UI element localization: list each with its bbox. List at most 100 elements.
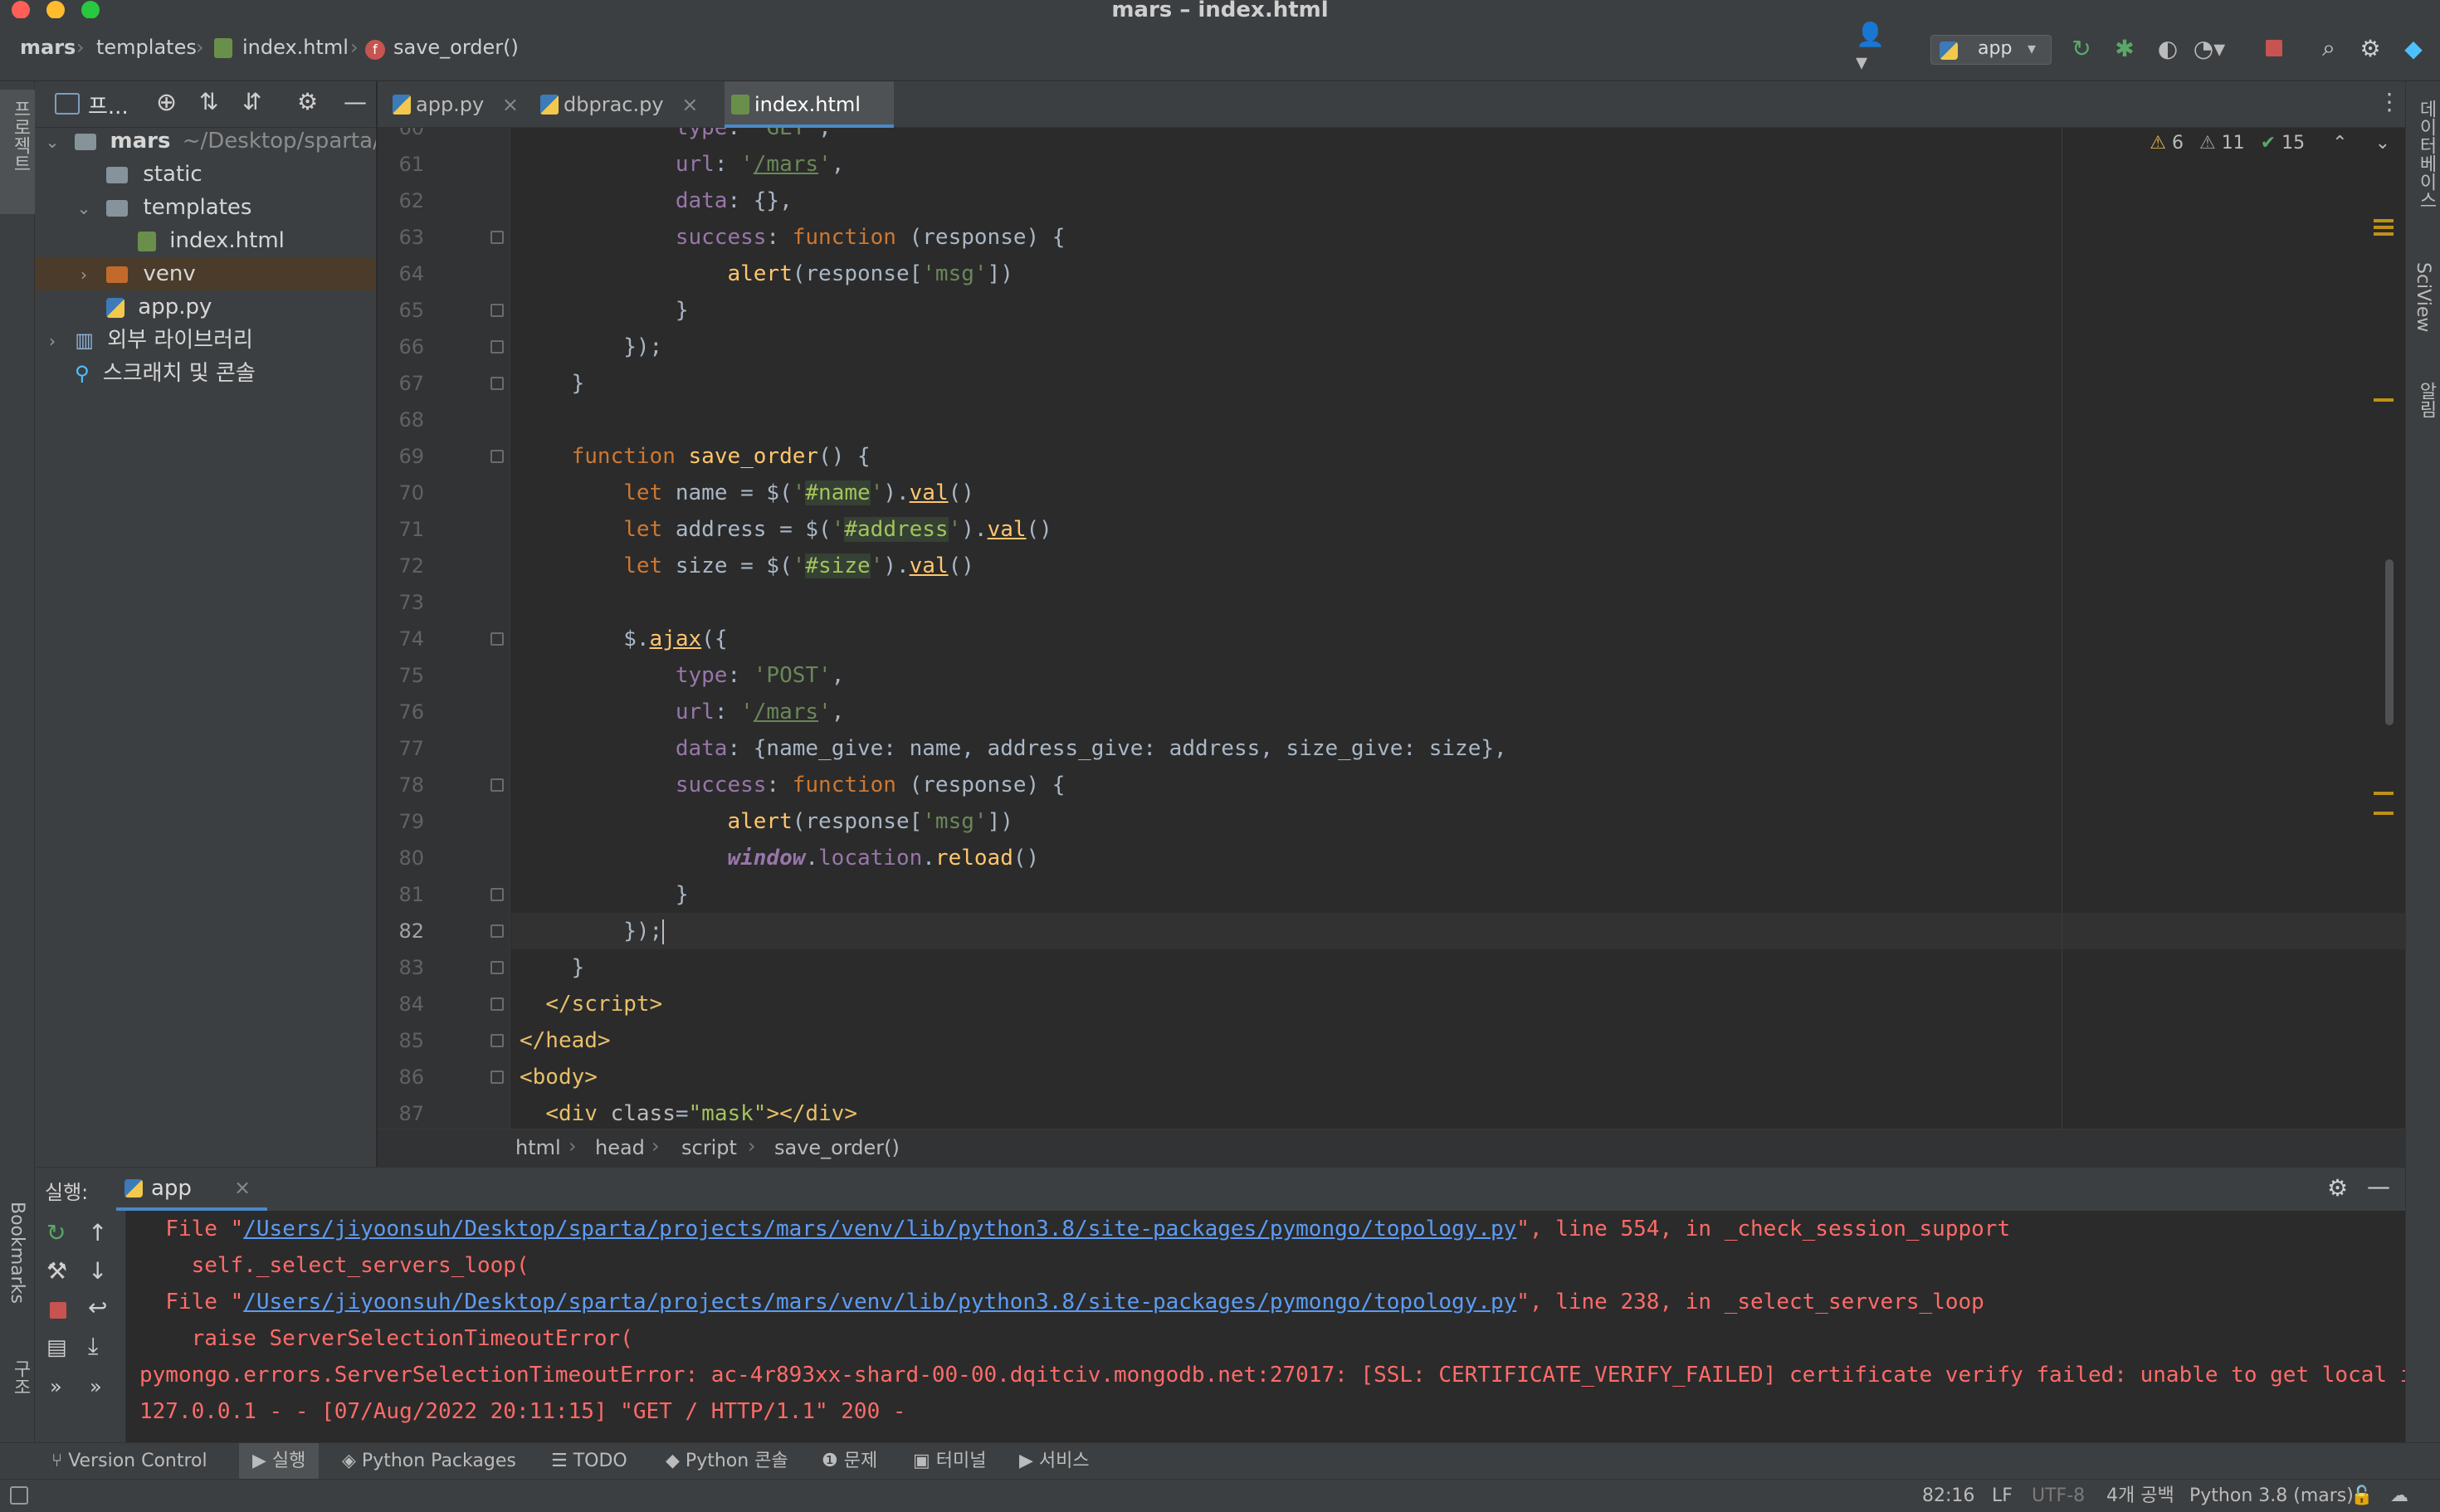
code-line[interactable]: }	[511, 876, 689, 913]
code-line[interactable]: <div class="mask"></div>	[511, 1095, 857, 1129]
fold-marker-icon[interactable]	[490, 450, 504, 463]
wrench-icon[interactable]: ⚒	[46, 1257, 67, 1285]
code-line[interactable]: window.location.reload()	[511, 840, 1039, 876]
file-encoding[interactable]: UTF-8	[2032, 1480, 2085, 1512]
tree-item-static[interactable]: static	[35, 158, 376, 191]
fold-marker-icon[interactable]	[490, 231, 504, 244]
code-line[interactable]: });	[511, 329, 662, 365]
breadcrumb-symbol[interactable]: save_order()	[393, 35, 519, 60]
editor-scrollbar[interactable]	[2385, 559, 2394, 725]
fold-marker-icon[interactable]	[490, 1071, 504, 1084]
code-line[interactable]: alert(response['msg'])	[511, 256, 1013, 292]
coverage-icon[interactable]: ◐	[2153, 33, 2183, 63]
project-panel-title[interactable]: 프...	[88, 90, 129, 120]
tool-run[interactable]: ▶ 실행	[239, 1443, 320, 1480]
code-line[interactable]: data: {},	[511, 183, 793, 219]
editor-crumb[interactable]: script	[681, 1136, 737, 1159]
code-line[interactable]: data: {name_give: name, address_give: ad…	[511, 730, 1507, 767]
fold-marker-icon[interactable]	[490, 377, 504, 390]
tool-python-console[interactable]: ◆ Python 콘솔	[666, 1443, 788, 1480]
database-tool-label[interactable]: 데이터베이스	[2413, 100, 2439, 209]
debug-icon[interactable]: ✱	[2110, 33, 2140, 63]
tree-item-external-libraries[interactable]: › ▥ 외부 라이브러리	[35, 324, 376, 357]
close-icon[interactable]: ×	[234, 1176, 251, 1199]
expand-all-icon[interactable]: ⇅	[199, 88, 218, 115]
fold-marker-icon[interactable]	[490, 961, 504, 974]
interpreter[interactable]: Python 3.8 (mars)	[2189, 1480, 2354, 1512]
line-separator[interactable]: LF	[1992, 1480, 2013, 1512]
lock-icon[interactable]: 🔓	[2350, 1480, 2373, 1512]
notifications-icon[interactable]: ☁	[2390, 1480, 2408, 1512]
chevron-down-icon[interactable]: ⌄	[2375, 133, 2390, 154]
fold-marker-icon[interactable]	[490, 778, 504, 792]
fold-marker-icon[interactable]	[490, 340, 504, 354]
tool-version-control[interactable]: ⑂ Version Control	[51, 1443, 207, 1480]
hide-panel-icon[interactable]: —	[2367, 1173, 2390, 1200]
file-link[interactable]: /Users/jiyoonsuh/Desktop/sparta/projects…	[243, 1217, 1516, 1241]
tree-item-app-py[interactable]: app.py	[35, 290, 376, 324]
code-line[interactable]: let name = $('#name').val()	[511, 475, 974, 511]
fold-marker-icon[interactable]	[490, 888, 504, 901]
tree-item-index-html[interactable]: index.html	[35, 224, 376, 257]
code-line[interactable]: url: '/mars',	[511, 146, 845, 183]
file-link[interactable]: /Users/jiyoonsuh/Desktop/sparta/projects…	[243, 1290, 1516, 1314]
gear-icon[interactable]: ⚙	[2327, 1174, 2348, 1202]
tree-root[interactable]: ⌄ mars ~/Desktop/sparta/pr	[35, 124, 376, 158]
caret-position[interactable]: 82:16	[1922, 1480, 1974, 1512]
tab-app-py[interactable]: app.py ×	[386, 81, 527, 128]
code-line[interactable]: }	[511, 949, 585, 986]
rerun-icon[interactable]: ↻	[46, 1219, 66, 1246]
profile-icon[interactable]: ◔▾	[2194, 33, 2226, 63]
arrow-down-icon[interactable]: ↓	[88, 1257, 107, 1285]
editor-crumb[interactable]: html	[515, 1136, 561, 1159]
breadcrumb-project[interactable]: mars	[20, 35, 76, 60]
gear-icon[interactable]: ⚙	[297, 88, 318, 115]
more-icon[interactable]: »	[90, 1375, 102, 1398]
fold-marker-icon[interactable]	[490, 1034, 504, 1047]
tab-dbprac-py[interactable]: dbprac.py ×	[534, 81, 718, 128]
code-line[interactable]: alert(response['msg'])	[511, 803, 1013, 840]
code-line[interactable]: }	[511, 292, 689, 329]
close-icon[interactable]: ×	[502, 93, 519, 116]
fold-marker-icon[interactable]	[490, 304, 504, 317]
fold-marker-icon[interactable]	[490, 924, 504, 938]
code-line[interactable]: function save_order() {	[511, 438, 871, 475]
code-line[interactable]: type: 'GET',	[511, 128, 832, 146]
stop-icon[interactable]	[50, 1302, 66, 1319]
gear-icon[interactable]: ⚙	[2355, 33, 2385, 63]
scroll-to-end-icon[interactable]: ⤓	[88, 1332, 98, 1360]
close-icon[interactable]: ×	[681, 93, 698, 116]
more-icon[interactable]: »	[50, 1375, 62, 1398]
code-line[interactable]: type: 'POST',	[511, 657, 845, 694]
breadcrumb-file[interactable]: index.html	[242, 35, 349, 60]
arrow-up-icon[interactable]: ↑	[88, 1219, 107, 1246]
code-editor[interactable]: type: 'GET', url: '/mars', data: {}, suc…	[511, 128, 2405, 1129]
editor-crumb[interactable]: save_order()	[774, 1136, 900, 1159]
tool-problems[interactable]: ❶ 문제	[822, 1443, 877, 1480]
run-config-selector[interactable]: app ▾	[1930, 35, 2052, 65]
tool-terminal[interactable]: ▣ 터미널	[913, 1443, 987, 1480]
notifications-tool-label[interactable]: 알림	[2413, 382, 2439, 418]
code-line[interactable]: let size = $('#size').val()	[511, 548, 974, 584]
code-line[interactable]: }	[511, 365, 585, 402]
project-tool-button[interactable]: 프로젝트	[0, 90, 35, 214]
breadcrumb-folder[interactable]: templates	[96, 35, 197, 60]
code-line[interactable]: </script>	[511, 986, 662, 1022]
tree-item-templates[interactable]: ⌄ templates	[35, 191, 376, 224]
editor-crumb[interactable]: head	[595, 1136, 645, 1159]
code-line[interactable]: success: function (response) {	[511, 767, 1066, 803]
plugin-icon[interactable]: ◆	[2399, 33, 2428, 63]
code-line[interactable]	[511, 584, 520, 621]
run-tab-app[interactable]: app ×	[116, 1168, 267, 1211]
code-line[interactable]	[511, 402, 520, 438]
locate-icon[interactable]: ⊕	[156, 88, 177, 117]
rerun-icon[interactable]: ↻	[2067, 33, 2096, 63]
run-console[interactable]: File "/Users/jiyoonsuh/Desktop/sparta/pr…	[126, 1211, 2405, 1443]
tool-todo[interactable]: ☰ TODO	[551, 1443, 627, 1480]
code-line[interactable]: });	[511, 913, 2405, 949]
toggle-panels-icon[interactable]	[10, 1486, 28, 1505]
tool-python-packages[interactable]: ◈ Python Packages	[342, 1443, 516, 1480]
code-line[interactable]: </head>	[511, 1022, 611, 1059]
fold-marker-icon[interactable]	[490, 632, 504, 646]
search-icon[interactable]: ⌕	[2314, 33, 2344, 63]
